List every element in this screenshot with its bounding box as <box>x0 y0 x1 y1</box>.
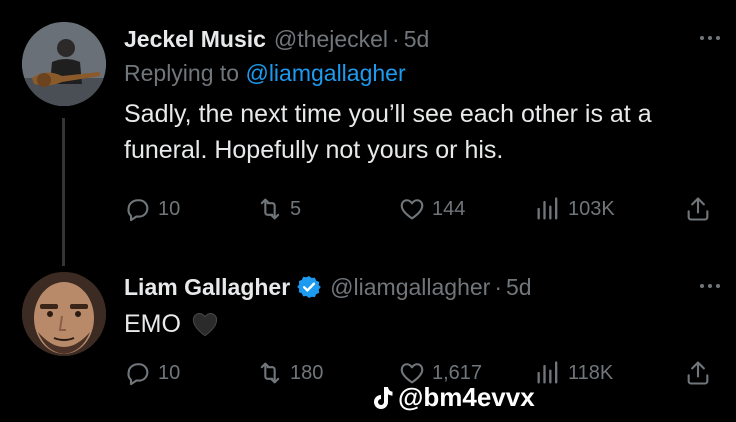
mention-link[interactable]: @liamgallagher <box>245 60 405 86</box>
views-icon <box>537 197 558 220</box>
retweet-icon <box>260 362 280 384</box>
display-name[interactable]: Jeckel Music <box>124 26 266 53</box>
retweet-button[interactable]: 5 <box>256 192 301 226</box>
tweet-text: EMO <box>124 306 716 342</box>
timestamp[interactable]: 5d <box>506 274 532 301</box>
view-count: 118K <box>568 361 614 384</box>
view-count: 103K <box>568 197 615 220</box>
reply-icon <box>127 199 149 222</box>
replying-to: Replying to @liamgallagher <box>124 56 716 90</box>
tweet-header: Liam Gallagher @liamgallagher · 5d <box>124 270 716 304</box>
tweet-text: Sadly, the next time you’ll see each oth… <box>124 100 652 164</box>
views-icon <box>537 361 558 384</box>
avatar-image <box>22 272 106 356</box>
share-icon <box>687 197 709 221</box>
more-options-icon[interactable] <box>700 284 720 288</box>
username[interactable]: @liamgallagher <box>330 274 490 301</box>
retweet-icon <box>260 198 280 220</box>
views-button[interactable]: 118K <box>534 356 613 390</box>
avatar-image <box>22 22 106 106</box>
more-options-icon[interactable] <box>700 36 720 40</box>
thread-line <box>62 118 65 266</box>
display-name[interactable]: Liam Gallagher <box>124 274 290 301</box>
share-button[interactable] <box>684 192 712 226</box>
retweet-count: 5 <box>290 197 302 220</box>
username[interactable]: @thejeckel <box>274 26 388 53</box>
views-button[interactable]: 103K <box>534 192 615 226</box>
heart-icon <box>400 199 424 220</box>
like-button[interactable]: 144 <box>398 192 465 226</box>
retweet-button[interactable]: 180 <box>256 356 323 390</box>
tweet-text-content: EMO <box>124 310 181 338</box>
reply-count: 10 <box>158 197 181 220</box>
replying-prefix: Replying to <box>124 60 246 86</box>
tiktok-watermark: @bm4evvx <box>370 382 535 413</box>
reply-count: 10 <box>158 361 181 384</box>
share-button[interactable] <box>684 356 712 390</box>
black-heart-emoji-icon <box>192 313 218 337</box>
avatar[interactable] <box>22 22 106 106</box>
avatar[interactable] <box>22 272 106 356</box>
tiktok-icon <box>374 386 393 409</box>
reply-icon <box>127 363 149 386</box>
separator: · <box>494 273 502 300</box>
tweet-header: Jeckel Music @thejeckel · 5d <box>124 22 716 56</box>
separator: · <box>392 25 400 52</box>
verified-badge-icon[interactable] <box>296 274 322 300</box>
reply-button[interactable]: 10 <box>124 356 180 390</box>
watermark-handle: @bm4evvx <box>398 382 535 412</box>
reply-button[interactable]: 10 <box>124 192 180 226</box>
timestamp[interactable]: 5d <box>404 26 430 53</box>
retweet-count: 180 <box>290 361 324 384</box>
tweet-actions: 10 5 144 103K <box>124 192 714 226</box>
tweet-liam-gallagher[interactable]: Liam Gallagher @liamgallagher · 5d EMO 1… <box>0 260 736 422</box>
share-icon <box>687 361 709 385</box>
tweet-jeckel-music[interactable]: Jeckel Music @thejeckel · 5d Replying to… <box>0 0 736 266</box>
like-count: 144 <box>432 197 466 220</box>
